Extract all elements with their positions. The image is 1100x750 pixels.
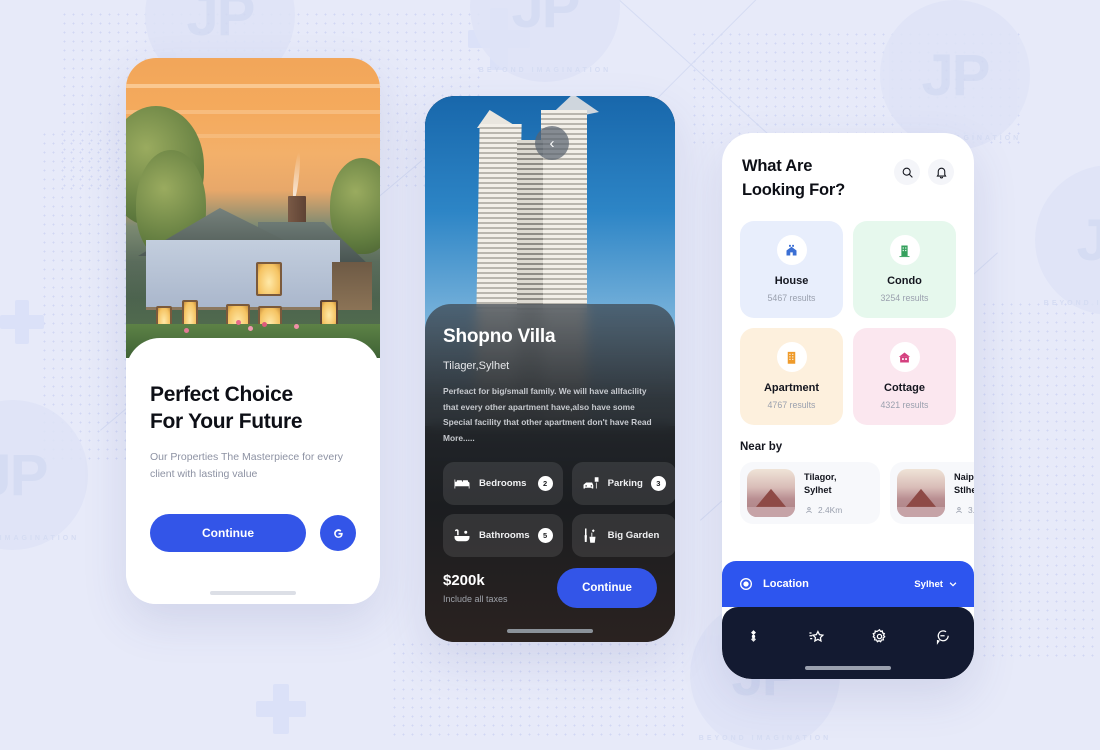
location-pin-icon xyxy=(806,506,812,513)
watermark: JP BEYOND IMAGINATION xyxy=(470,0,620,82)
nearby-card[interactable]: Tilagor, Sylhet 2.4Km xyxy=(740,461,880,524)
category-count: 5467 results xyxy=(767,293,816,304)
bed-icon xyxy=(454,479,470,489)
nearby-heading: Near by xyxy=(740,440,783,453)
property-title: Shopno Villa xyxy=(443,326,556,347)
category-name: Condo xyxy=(887,275,922,288)
watermark: JP BEYOND IMAGINATION xyxy=(1035,165,1100,315)
condo-icon xyxy=(889,235,920,266)
category-card-condo[interactable]: Condo 3254 results xyxy=(853,220,956,318)
feature-label: Bathrooms xyxy=(479,530,530,542)
target-location-icon xyxy=(740,578,752,590)
tab-messages[interactable] xyxy=(934,628,951,645)
nearby-thumbnail xyxy=(747,468,795,517)
feature-chip-garden[interactable]: Big Garden xyxy=(571,514,675,558)
price-value: $200k xyxy=(443,572,485,589)
category-count: 3254 results xyxy=(880,293,929,304)
feature-chip-bedrooms[interactable]: Bedrooms 2 xyxy=(443,462,563,506)
bathtub-icon xyxy=(454,528,470,541)
cottage-icon xyxy=(889,342,920,373)
location-pin-icon xyxy=(956,506,962,513)
bell-icon xyxy=(935,167,947,178)
category-name: Cottage xyxy=(884,382,925,395)
feature-label: Bedrooms xyxy=(479,478,527,490)
house-icon xyxy=(776,235,807,266)
nearby-info: Tilagor, Sylhet 2.4Km xyxy=(804,472,843,515)
feature-chip-parking[interactable]: Parking 3 xyxy=(571,462,675,506)
plus-shape xyxy=(468,8,530,70)
home-indicator xyxy=(507,629,593,633)
nearby-list[interactable]: Tilagor, Sylhet 2.4Km Naiprpod Stlhet xyxy=(722,453,974,524)
hero-photo-cottage xyxy=(126,58,380,358)
search-home-screen: What Are Looking For? House 5467 results xyxy=(722,133,974,679)
feature-count: 3 xyxy=(650,476,666,492)
feature-label: Big Garden xyxy=(607,530,660,542)
page-title: Perfect Choice For Your Future xyxy=(150,383,303,433)
garden-icon xyxy=(584,528,596,543)
property-description: Perfeact for big/small family. We will h… xyxy=(443,386,652,443)
property-location: Tilager,Sylhet xyxy=(443,360,510,372)
nearby-card[interactable]: Naiprpod Stlhet 3.2Km xyxy=(890,461,974,524)
google-signin-button[interactable] xyxy=(320,515,356,552)
location-bar[interactable]: Location Sylhet xyxy=(722,561,974,607)
back-button[interactable]: ‹ xyxy=(535,126,569,160)
google-g-icon xyxy=(333,528,343,538)
price-block: $200k Include all taxes xyxy=(443,572,508,604)
continue-button[interactable]: Continue xyxy=(150,514,306,553)
plus-shape xyxy=(0,300,44,344)
feature-count: 2 xyxy=(537,476,553,492)
watermark: JP BEYOND IMAGINATION xyxy=(880,0,1030,150)
feature-count: 5 xyxy=(537,528,553,544)
home-indicator xyxy=(210,591,296,595)
page-title: What Are Looking For? xyxy=(742,157,845,199)
category-card-apartment[interactable]: Apartment 4767 results xyxy=(740,327,843,425)
category-count: 4321 results xyxy=(880,400,929,411)
feature-label: Parking xyxy=(607,478,643,490)
onboarding-actions: Continue xyxy=(150,514,356,553)
chevron-down-icon xyxy=(949,582,957,587)
screen-header: What Are Looking For? xyxy=(722,133,974,203)
gear-icon xyxy=(872,628,886,643)
diamond-location-icon xyxy=(751,629,756,642)
parking-icon xyxy=(583,476,599,489)
tab-explore[interactable] xyxy=(745,628,762,645)
category-name: Apartment xyxy=(763,382,819,395)
header-actions xyxy=(894,155,954,203)
nearby-info: Naiprpod Stlhet 3.2Km xyxy=(954,471,974,515)
feature-chip-list: Bedrooms 2 Parking 3 Bathrooms 5 Big Gar… xyxy=(443,462,675,558)
nearby-distance: 3.2Km xyxy=(954,505,974,515)
dot-pattern xyxy=(690,30,1020,150)
chat-icon xyxy=(936,629,949,645)
category-grid: House 5467 results Condo 3254 results Ap… xyxy=(722,203,974,425)
nearby-distance: 2.4Km xyxy=(804,505,842,515)
search-icon xyxy=(902,167,913,178)
property-detail-screen: ‹ Shopno Villa Tilager,Sylhet Perfeact f… xyxy=(425,96,675,642)
plus-shape xyxy=(256,684,306,734)
category-card-cottage[interactable]: Cottage 4321 results xyxy=(853,327,956,425)
onboarding-screen: Perfect Choice For Your Future Our Prope… xyxy=(126,58,380,604)
watermark: JP BEYOND IMAGINATION xyxy=(0,400,88,550)
category-card-house[interactable]: House 5467 results xyxy=(740,220,843,318)
location-label: Location xyxy=(763,578,809,590)
apartment-icon xyxy=(776,342,807,373)
dot-pattern xyxy=(980,300,1100,660)
continue-button[interactable]: Continue xyxy=(557,568,657,608)
notifications-button[interactable] xyxy=(928,159,954,185)
price-note: Include all taxes xyxy=(443,594,508,604)
feature-chip-bathrooms[interactable]: Bathrooms 5 xyxy=(443,514,563,558)
tab-settings[interactable] xyxy=(871,628,888,645)
location-value[interactable]: Sylhet xyxy=(914,579,958,590)
category-count: 4767 results xyxy=(767,400,816,411)
home-indicator xyxy=(805,666,891,670)
detail-footer: $200k Include all taxes Continue xyxy=(443,568,657,608)
dot-pattern xyxy=(390,640,690,740)
page-subtitle: Our Properties The Masterpiece for every… xyxy=(150,450,343,480)
search-button[interactable] xyxy=(894,159,920,185)
onboarding-card: Perfect Choice For Your Future Our Prope… xyxy=(126,338,380,604)
nearby-thumbnail xyxy=(897,468,945,517)
category-name: House xyxy=(774,275,809,288)
shooting-star-icon xyxy=(809,629,825,642)
tab-favorites[interactable] xyxy=(808,628,825,645)
house-illustration xyxy=(138,151,374,336)
